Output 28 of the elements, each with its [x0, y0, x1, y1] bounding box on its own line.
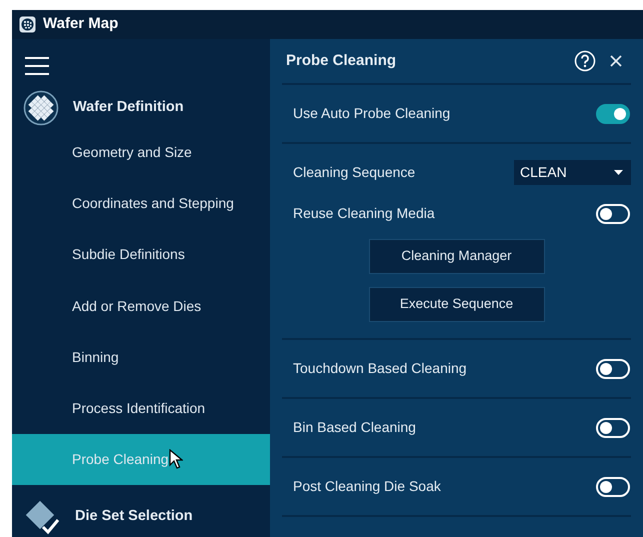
setting-label: Touchdown Based Cleaning	[293, 359, 467, 378]
setting-label: Post Cleaning Die Soak	[293, 477, 441, 496]
wafer-icon	[23, 90, 59, 126]
toggle-switch[interactable]	[596, 104, 630, 124]
setting-label: Use Auto Probe Cleaning	[293, 104, 450, 123]
action-button[interactable]: Execute Sequence	[368, 287, 544, 322]
sidebar-item[interactable]: Coordinates and Stepping	[12, 178, 270, 230]
cursor-icon	[168, 448, 183, 470]
action-button[interactable]: Cleaning Manager	[368, 239, 544, 274]
setting-label: Bin Based Cleaning	[293, 418, 416, 437]
sidebar-item[interactable]: Binning	[12, 332, 270, 383]
section-heading[interactable]: Die Set Selection	[75, 506, 193, 528]
window-title: Wafer Map	[43, 14, 118, 34]
setting-label: Reuse Cleaning Media	[293, 204, 435, 223]
panel-title: Probe Cleaning	[286, 50, 398, 71]
sidebar-item[interactable]: Geometry and Size	[12, 127, 270, 178]
section-heading[interactable]: Wafer Definition	[73, 96, 184, 119]
wafer-icon	[19, 16, 36, 33]
sidebar-item[interactable]: Add or Remove Dies	[12, 280, 270, 332]
caret-icon	[614, 170, 623, 175]
setting-label: Cleaning Sequence	[293, 163, 416, 182]
sidebar-item[interactable]: Subdie Definitions	[12, 229, 270, 280]
sidebar-item[interactable]: Process Identification	[12, 382, 270, 434]
menu-icon[interactable]	[25, 56, 49, 76]
die-set-icon	[23, 498, 61, 536]
sequence-dropdown[interactable]: CLEAN	[514, 160, 631, 185]
help-icon[interactable]	[574, 50, 596, 72]
close-icon[interactable]	[610, 55, 622, 67]
